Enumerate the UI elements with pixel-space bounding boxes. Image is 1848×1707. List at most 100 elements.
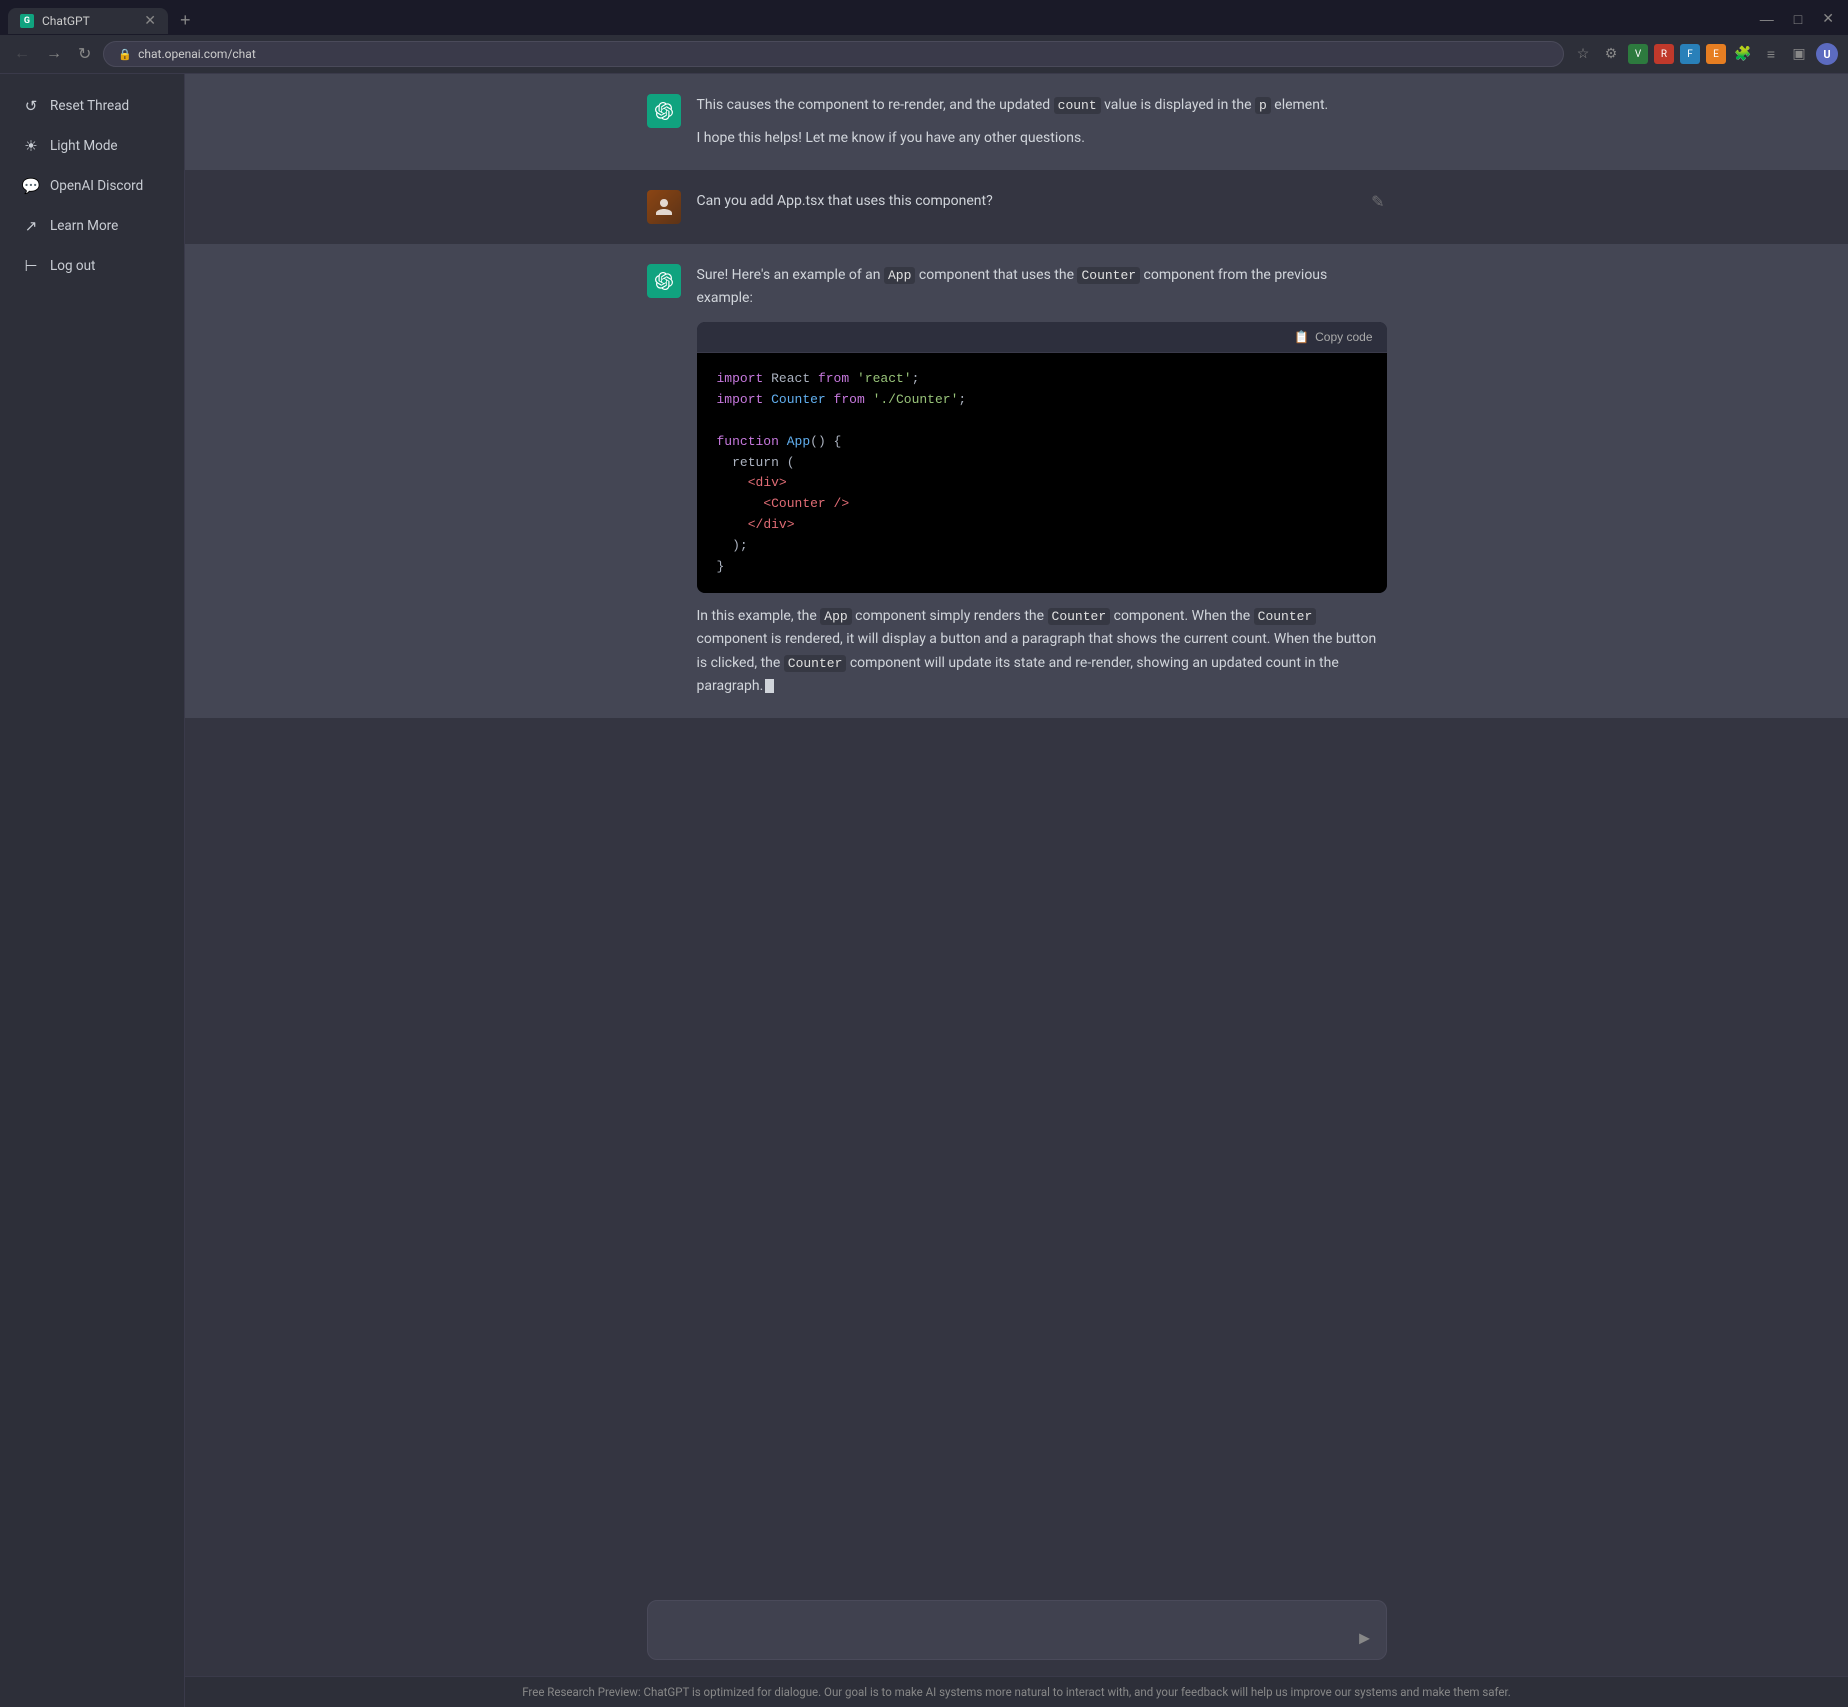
- sidebar-item-label: Learn More: [50, 218, 118, 234]
- code-line: [717, 411, 1367, 432]
- user-avatar-placeholder: [647, 190, 681, 224]
- tab-favicon: G: [20, 14, 34, 28]
- code-line: <Counter />: [717, 494, 1367, 515]
- inline-code: p: [1255, 97, 1271, 114]
- url-text: chat.openai.com/chat: [138, 47, 256, 61]
- code-line: import React from 'react';: [717, 369, 1367, 390]
- code-line: function App() {: [717, 432, 1367, 453]
- tab-bar: G ChatGPT ✕ + — □ ✕: [0, 0, 1848, 35]
- message-inner: Can you add App.tsx that uses this compo…: [647, 190, 1387, 224]
- code-block-wrapper: 📋 Copy code import React from 'react'; i…: [697, 322, 1387, 593]
- message-content-2: Sure! Here's an example of an App compon…: [697, 264, 1387, 698]
- address-bar: ← → ↻ 🔒 chat.openai.com/chat ☆ ⚙ V R F E…: [0, 35, 1848, 73]
- message-text: I hope this helps! Let me know if you ha…: [697, 127, 1387, 150]
- sidebar-item-reset-thread[interactable]: ↺ Reset Thread: [6, 87, 178, 125]
- sidebar-item-log-out[interactable]: ⊢ Log out: [6, 247, 178, 285]
- tab-title: ChatGPT: [42, 14, 90, 28]
- reload-button[interactable]: ↻: [74, 42, 95, 66]
- sidebar-item-discord[interactable]: 💬 OpenAI Discord: [6, 167, 178, 205]
- forward-button[interactable]: →: [42, 43, 66, 65]
- ext-blue[interactable]: F: [1680, 44, 1700, 64]
- sidebar-item-label: OpenAI Discord: [50, 178, 143, 194]
- message-block-user: Can you add App.tsx that uses this compo…: [185, 170, 1848, 244]
- main-content: This causes the component to re-render, …: [185, 74, 1848, 1707]
- sun-icon: ☀: [22, 137, 40, 155]
- tab-close-button[interactable]: ✕: [144, 14, 156, 28]
- logout-icon: ⊢: [22, 257, 40, 275]
- intro-text: Sure! Here's an example of an App compon…: [697, 264, 1387, 310]
- url-bar[interactable]: 🔒 chat.openai.com/chat: [103, 41, 1564, 67]
- ext-orange[interactable]: E: [1706, 44, 1726, 64]
- profile-avatar[interactable]: U: [1816, 43, 1838, 65]
- inline-code-counter4: Counter: [784, 655, 847, 672]
- code-line: return (: [717, 453, 1367, 474]
- message-content-1: This causes the component to re-render, …: [697, 94, 1387, 150]
- copy-icon: 📋: [1294, 330, 1309, 344]
- ext-green[interactable]: V: [1628, 44, 1648, 64]
- code-line: }: [717, 557, 1367, 578]
- inline-code-counter2: Counter: [1048, 608, 1111, 625]
- menu-icon[interactable]: ≡: [1760, 43, 1782, 65]
- code-line: </div>: [717, 515, 1367, 536]
- minimize-button[interactable]: —: [1754, 8, 1780, 29]
- discord-icon: 💬: [22, 177, 40, 195]
- user-avatar: [647, 190, 681, 224]
- sidebar-item-label: Light Mode: [50, 138, 118, 154]
- sidebar-item-learn-more[interactable]: ↗ Learn More: [6, 207, 178, 245]
- message-actions: ✎: [1369, 190, 1386, 214]
- sidebar: ↺ Reset Thread ☀ Light Mode 💬 OpenAI Dis…: [0, 74, 185, 1707]
- inline-code-app: App: [884, 267, 915, 284]
- input-area: ►: [185, 1584, 1848, 1676]
- footer-notice: Free Research Preview: ChatGPT is optimi…: [185, 1676, 1848, 1707]
- message-inner-2: Sure! Here's an example of an App compon…: [647, 264, 1387, 698]
- copy-code-label: Copy code: [1315, 330, 1372, 344]
- code-block-header: 📋 Copy code: [697, 322, 1387, 353]
- inline-code-counter: Counter: [1077, 267, 1140, 284]
- maximize-button[interactable]: □: [1788, 8, 1808, 29]
- back-button[interactable]: ←: [10, 43, 34, 65]
- code-line: import Counter from './Counter';: [717, 390, 1367, 411]
- message-content-user: Can you add App.tsx that uses this compo…: [697, 190, 1354, 213]
- message-block-assistant-1: This causes the component to re-render, …: [185, 74, 1848, 170]
- footer-text: Free Research Preview: ChatGPT is optimi…: [522, 1685, 1511, 1699]
- gpt-avatar: [647, 94, 681, 128]
- sidebar-item-light-mode[interactable]: ☀ Light Mode: [6, 127, 178, 165]
- window-controls: — □ ✕: [1754, 8, 1840, 33]
- lock-icon: 🔒: [118, 48, 132, 61]
- message-text: This causes the component to re-render, …: [697, 94, 1387, 117]
- external-link-icon: ↗: [22, 217, 40, 235]
- sidebar-item-label: Log out: [50, 258, 95, 274]
- user-message-text: Can you add App.tsx that uses this compo…: [697, 190, 1354, 213]
- chat-area: This causes the component to re-render, …: [185, 74, 1848, 1584]
- active-tab[interactable]: G ChatGPT ✕: [8, 8, 168, 34]
- outro-text: In this example, the App component simpl…: [697, 605, 1387, 697]
- chat-input-box: ►: [647, 1600, 1387, 1660]
- inline-code: count: [1054, 97, 1101, 114]
- edit-message-button[interactable]: ✎: [1369, 190, 1386, 214]
- bookmark-icon[interactable]: ☆: [1572, 43, 1594, 65]
- inline-code-app2: App: [820, 608, 851, 625]
- sidebar-item-label: Reset Thread: [50, 98, 129, 114]
- copy-code-button[interactable]: 📋 Copy code: [1294, 330, 1372, 344]
- close-window-button[interactable]: ✕: [1816, 8, 1840, 29]
- sidebar-toggle[interactable]: ▣: [1788, 43, 1810, 65]
- toolbar-icons: ☆ ⚙ V R F E 🧩 ≡ ▣ U: [1572, 43, 1838, 65]
- puzzle-icon[interactable]: 🧩: [1732, 43, 1754, 65]
- chat-input-field[interactable]: [664, 1615, 1336, 1639]
- extensions-icon[interactable]: ⚙: [1600, 43, 1622, 65]
- gpt-avatar-2: [647, 264, 681, 298]
- send-button[interactable]: ►: [1356, 1628, 1374, 1649]
- code-block: import React from 'react'; import Counte…: [697, 353, 1387, 593]
- new-tab-button[interactable]: +: [172, 6, 199, 35]
- app-container: ↺ Reset Thread ☀ Light Mode 💬 OpenAI Dis…: [0, 74, 1848, 1707]
- ext-red[interactable]: R: [1654, 44, 1674, 64]
- code-line: );: [717, 536, 1367, 557]
- code-line: <div>: [717, 473, 1367, 494]
- message-inner: This causes the component to re-render, …: [647, 94, 1387, 150]
- cursor: [765, 679, 774, 693]
- browser-chrome: G ChatGPT ✕ + — □ ✕ ← → ↻ 🔒 chat.openai.…: [0, 0, 1848, 74]
- reset-icon: ↺: [22, 97, 40, 115]
- message-block-assistant-2: Sure! Here's an example of an App compon…: [185, 244, 1848, 718]
- bottom-spacer: [185, 718, 1848, 798]
- inline-code-counter3: Counter: [1254, 608, 1317, 625]
